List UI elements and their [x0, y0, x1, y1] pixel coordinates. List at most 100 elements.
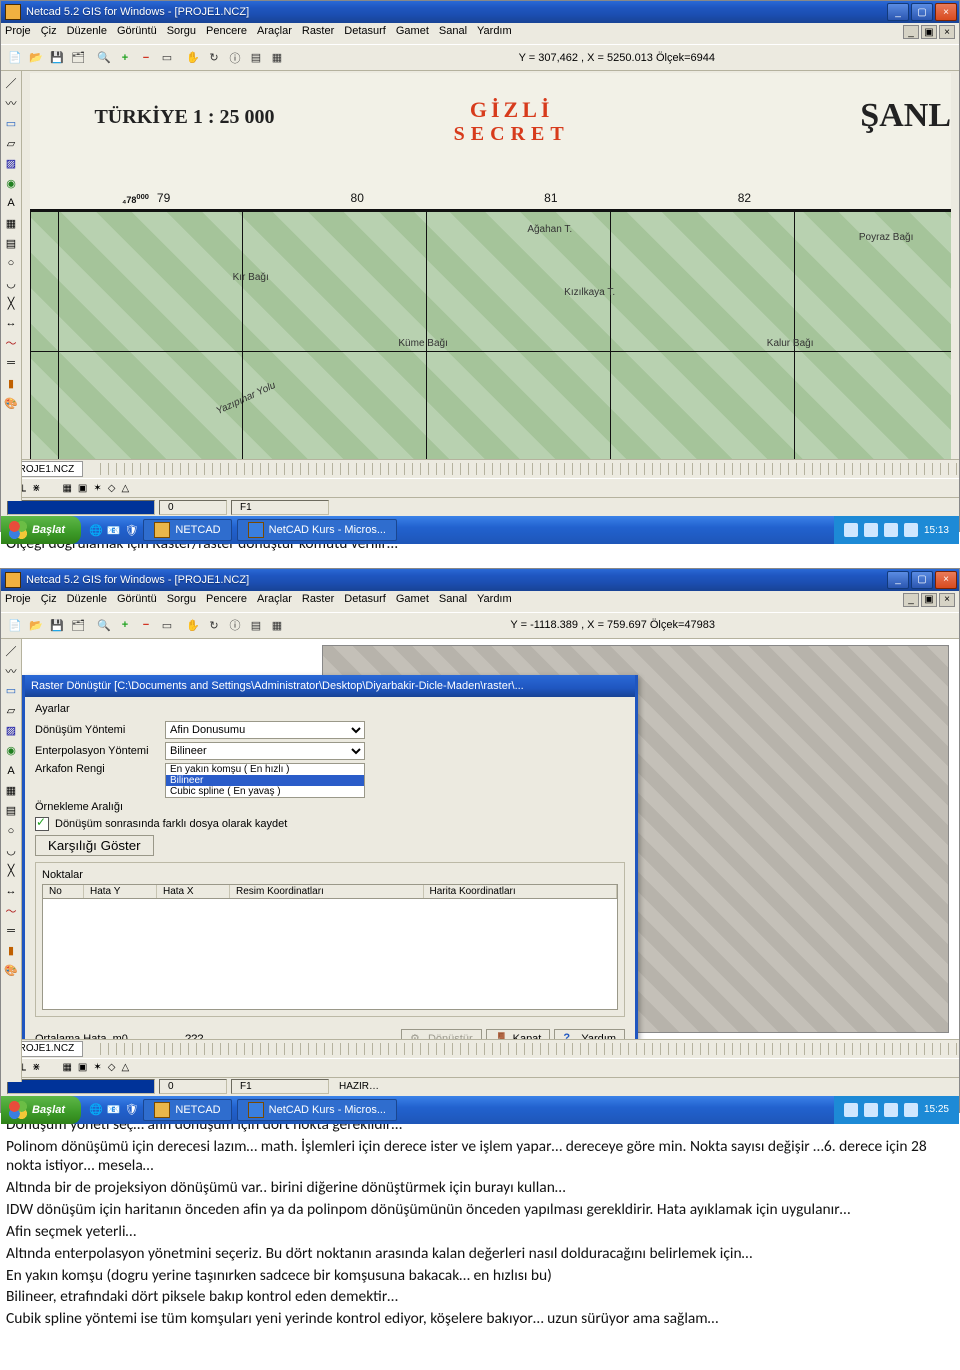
close-dialog-button[interactable]: 🚪Kapat — [486, 1029, 551, 1039]
menu-item[interactable]: Sanal — [439, 593, 467, 612]
quicklaunch-icon[interactable]: 📧 — [107, 1103, 121, 1116]
draw-hatch-icon[interactable]: ▨ — [2, 154, 20, 172]
menu-item[interactable]: Detasurf — [344, 593, 386, 612]
draw-circle-icon[interactable]: ○ — [2, 254, 20, 272]
menu-item[interactable]: Araçlar — [257, 593, 292, 612]
tray-icon[interactable] — [844, 1103, 858, 1117]
tray-icon[interactable] — [864, 1103, 878, 1117]
tool-minus-icon[interactable]: − — [136, 48, 156, 68]
tray-icon[interactable] — [884, 523, 898, 537]
tool-rotate-icon[interactable]: ↻ — [204, 48, 224, 68]
minimize-button[interactable]: _ — [887, 571, 909, 589]
menu-item[interactable]: Gamet — [396, 25, 429, 44]
menu-item[interactable]: Gamet — [396, 593, 429, 612]
draw-spline-icon[interactable]: 〜 — [2, 902, 20, 920]
tool-open-icon[interactable]: 📂 — [26, 615, 46, 635]
option-item[interactable]: Cubic spline ( En yavaş ) — [166, 786, 364, 797]
tool-info-icon[interactable]: ⓘ — [225, 48, 245, 68]
mdi-minimize[interactable]: _ — [903, 25, 919, 39]
draw-line-icon[interactable]: ／ — [2, 74, 20, 92]
draw-spline-icon[interactable]: 〜 — [2, 334, 20, 352]
tool-new-icon[interactable]: 📄 — [5, 48, 25, 68]
system-tray[interactable]: 15:25 — [834, 1096, 959, 1124]
snap-mid-icon[interactable]: ⋇ — [32, 483, 40, 494]
menu-item[interactable]: Görüntü — [117, 25, 157, 44]
menu-item[interactable]: Çiz — [41, 25, 57, 44]
tool-zoomfit-icon[interactable]: 🔍 — [94, 48, 114, 68]
tool-open-icon[interactable]: 📂 — [26, 48, 46, 68]
tray-icon[interactable] — [844, 523, 858, 537]
tool-rotate-icon[interactable]: ↻ — [204, 615, 224, 635]
show-equivalent-button[interactable]: Karşılığı Göster — [35, 835, 154, 856]
start-button[interactable]: Başlat — [1, 1096, 81, 1124]
polar-icon[interactable]: ✶ — [93, 1062, 101, 1073]
draw-palette-icon[interactable]: 🎨 — [2, 962, 20, 980]
task-button[interactable]: NETCAD — [143, 1099, 231, 1121]
tool-zoomfit-icon[interactable]: 🔍 — [94, 615, 114, 635]
menu-item[interactable]: Pencere — [206, 25, 247, 44]
draw-node-icon[interactable]: ╳ — [2, 862, 20, 880]
tool-layer-icon[interactable]: ▤ — [246, 615, 266, 635]
tool-hand-icon[interactable]: ✋ — [183, 48, 203, 68]
draw-freehand-icon[interactable]: 〰 — [2, 662, 20, 680]
tool-layers-icon[interactable]: 🗂 — [68, 615, 88, 635]
draw-arc-icon[interactable]: ◡ — [2, 842, 20, 860]
draw-grid-icon[interactable]: ▦ — [2, 214, 20, 232]
save-as-different-file-checkbox[interactable]: Dönüşüm sonrasında farklı dosya olarak k… — [35, 817, 625, 831]
draw-text-icon[interactable]: A — [2, 194, 20, 212]
map-viewport[interactable]: TÜRKİYE 1 : 25 000 GİZLİ SECRET ŞANL ₄78… — [22, 71, 959, 459]
draw-rect-icon[interactable]: ▭ — [2, 682, 20, 700]
map-viewport[interactable]: Raster Dönüştür [C:\Documents and Settin… — [22, 639, 959, 1039]
quicklaunch-icon[interactable]: 🌐 — [89, 1103, 103, 1116]
task-button[interactable]: NetCAD Kurs - Micros... — [237, 519, 397, 541]
draw-table-icon[interactable]: ▤ — [2, 234, 20, 252]
menu-item[interactable]: Sorgu — [167, 593, 196, 612]
tool-select-icon[interactable]: ▭ — [157, 48, 177, 68]
menu-item[interactable]: Yardım — [477, 25, 512, 44]
ortho-icon[interactable]: ▦ — [62, 483, 71, 494]
draw-dim-icon[interactable]: ↔ — [2, 314, 20, 332]
draw-circle-icon[interactable]: ○ — [2, 822, 20, 840]
menu-item[interactable]: Sanal — [439, 25, 467, 44]
polar-icon[interactable]: ✶ — [93, 483, 101, 494]
tool-hand-icon[interactable]: ✋ — [183, 615, 203, 635]
draw-palette-icon[interactable]: 🎨 — [2, 394, 20, 412]
grid-snap-icon[interactable]: ▣ — [78, 483, 87, 494]
draw-line-icon[interactable]: ／ — [2, 642, 20, 660]
tool-save-icon[interactable]: 💾 — [47, 615, 67, 635]
ortho-icon[interactable]: ▦ — [62, 1062, 71, 1073]
transform-method-select[interactable]: Afin Donusumu — [165, 721, 365, 739]
menu-item[interactable]: Görüntü — [117, 593, 157, 612]
menu-item[interactable]: Çiz — [41, 593, 57, 612]
draw-dim-icon[interactable]: ↔ — [2, 882, 20, 900]
snap-mid-icon[interactable]: ⋇ — [32, 1062, 40, 1073]
grid-body[interactable] — [42, 899, 618, 1010]
menu-item[interactable]: Düzenle — [67, 25, 107, 44]
draw-grid-icon[interactable]: ▦ — [2, 782, 20, 800]
menu-item[interactable]: Raster — [302, 25, 334, 44]
quicklaunch-icon[interactable]: 🛡 — [124, 1103, 138, 1116]
tool-new-icon[interactable]: 📄 — [5, 615, 25, 635]
menu-item[interactable]: Proje — [5, 593, 31, 612]
tracking-icon[interactable]: △ — [121, 483, 129, 494]
mdi-restore[interactable]: ▣ — [921, 593, 937, 607]
system-tray[interactable]: 15:13 — [834, 516, 959, 544]
tracking-icon[interactable]: △ — [121, 1062, 129, 1073]
draw-arc-icon[interactable]: ◡ — [2, 274, 20, 292]
quicklaunch-icon[interactable]: 🌐 — [89, 524, 103, 537]
minimize-button[interactable]: _ — [887, 3, 909, 21]
draw-hatch-icon[interactable]: ▨ — [2, 722, 20, 740]
object-snap-icon[interactable]: ◇ — [108, 1062, 116, 1073]
draw-target-icon[interactable]: ◉ — [2, 742, 20, 760]
tray-icon[interactable] — [904, 1103, 918, 1117]
convert-button[interactable]: ⚙Dönüştür — [401, 1029, 482, 1039]
draw-table-icon[interactable]: ▤ — [2, 802, 20, 820]
tool-save-icon[interactable]: 💾 — [47, 48, 67, 68]
tool-layer-icon[interactable]: ▤ — [246, 48, 266, 68]
draw-rect-icon[interactable]: ▭ — [2, 114, 20, 132]
draw-poly-icon[interactable]: ▱ — [2, 134, 20, 152]
close-button[interactable]: × — [935, 3, 957, 21]
tool-grid-icon[interactable]: ▦ — [267, 615, 287, 635]
draw-node-icon[interactable]: ╳ — [2, 294, 20, 312]
menu-item[interactable]: Yardım — [477, 593, 512, 612]
